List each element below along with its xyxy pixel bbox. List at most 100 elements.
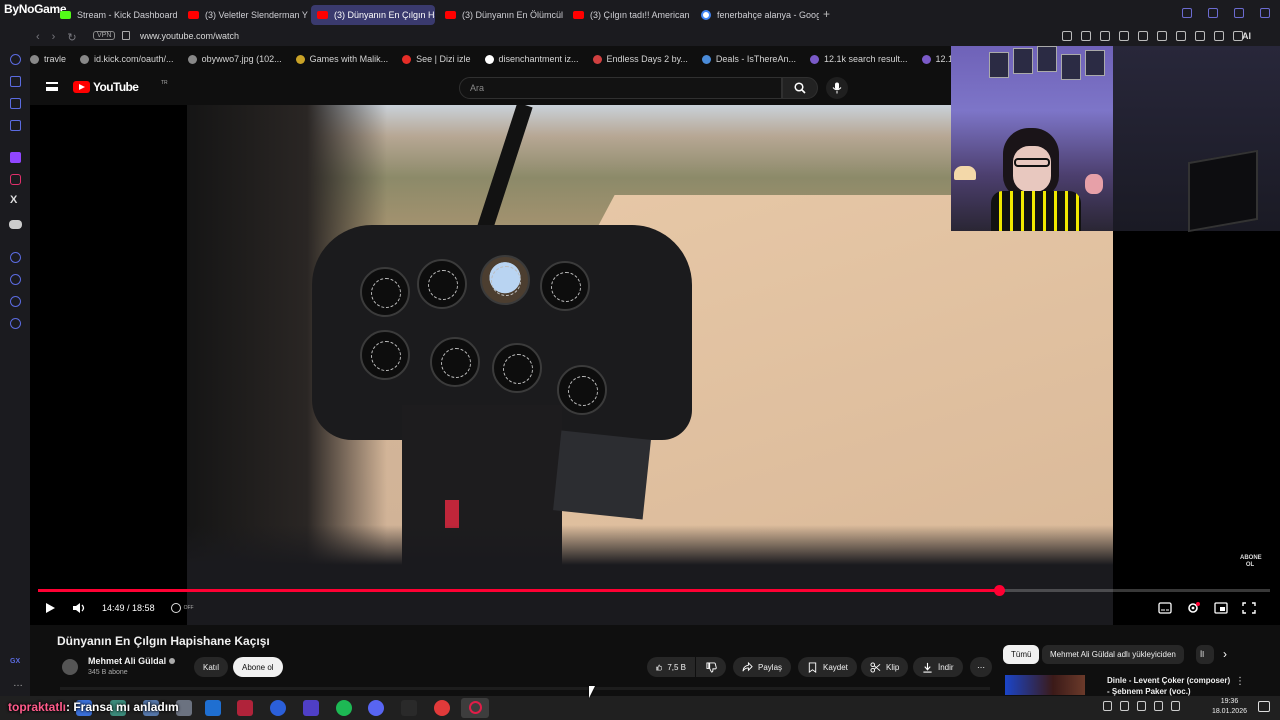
chip-all[interactable]: Tümü	[1003, 645, 1040, 664]
bookmark-item[interactable]: Deals - IsThereAn...	[701, 54, 796, 64]
microphone-icon[interactable]	[1137, 701, 1146, 711]
more-actions-button[interactable]: ⋯	[970, 657, 992, 677]
instagram-icon[interactable]	[10, 174, 21, 185]
join-button[interactable]: Katıl	[194, 657, 229, 677]
bookmark-item[interactable]: travle	[30, 54, 66, 64]
chips-next-chevron-icon[interactable]: ›	[1223, 647, 1227, 661]
subscribe-watermark[interactable]: ABONE OL	[1240, 555, 1262, 569]
progress-scrubber[interactable]	[993, 585, 1005, 596]
x-twitter-icon[interactable]: X	[10, 194, 17, 206]
valorant-icon[interactable]	[237, 700, 253, 716]
tab-slenderman[interactable]: (3) Veletler Slenderman Y	[182, 5, 308, 25]
extensions-icon[interactable]	[1195, 31, 1205, 41]
tab-american[interactable]: (3) Çılgın tadı!! American	[567, 5, 691, 25]
chat-icon[interactable]	[10, 296, 21, 307]
usb-icon[interactable]	[1120, 701, 1129, 711]
discord-icon[interactable]	[368, 700, 384, 716]
messenger-icon[interactable]	[10, 120, 21, 131]
download-button[interactable]: İndir	[913, 657, 963, 677]
more-icon[interactable]: …	[13, 678, 23, 689]
maximize-icon[interactable]	[1234, 8, 1244, 18]
shield-icon[interactable]	[1119, 31, 1129, 41]
volume-icon[interactable]	[72, 602, 86, 614]
opera-gx-active-icon[interactable]	[461, 698, 489, 718]
dislike-button[interactable]	[696, 657, 726, 677]
back-arrow-icon[interactable]: ‹	[36, 31, 40, 44]
settings-icon[interactable]	[10, 318, 21, 329]
reload-icon[interactable]: ↻	[67, 31, 76, 44]
minimize-icon[interactable]	[1208, 8, 1218, 18]
vpn-badge[interactable]: VPN	[93, 31, 116, 40]
epic-games-icon[interactable]	[401, 700, 417, 716]
recommendation-menu-icon[interactable]: ⋮	[1235, 676, 1245, 687]
chip-related[interactable]: İl	[1196, 645, 1214, 664]
verified-icon	[169, 658, 176, 664]
snapshot-icon[interactable]	[1176, 31, 1186, 41]
youtube-logo[interactable]: YouTube	[73, 80, 139, 94]
bookmark-item[interactable]: See | Dizi izle	[402, 54, 471, 64]
bookmark-item[interactable]: Endless Days 2 by...	[592, 54, 688, 64]
bookmark-item[interactable]: id.kick.com/oauth/...	[80, 54, 174, 64]
channel-avatar[interactable]	[62, 659, 78, 675]
display-icon[interactable]	[1103, 701, 1112, 711]
ai-button[interactable]: AI	[1242, 31, 1251, 41]
twitch-icon[interactable]	[10, 152, 21, 163]
network-icon[interactable]	[1154, 701, 1163, 711]
share-button[interactable]: Paylaş	[733, 657, 792, 677]
tab-kick-dashboard[interactable]: Stream - Kick Dashboard	[54, 5, 182, 25]
play-icon[interactable]	[1157, 31, 1167, 41]
fullscreen-icon[interactable]	[1242, 602, 1256, 614]
lock-icon[interactable]	[122, 31, 130, 40]
profile-icon[interactable]	[1214, 31, 1224, 41]
chevron-up-icon[interactable]	[1086, 701, 1095, 711]
notifications-icon[interactable]	[1258, 701, 1270, 712]
search-button[interactable]	[782, 77, 818, 99]
autoplay-toggle[interactable]: OFF	[170, 603, 194, 613]
pin-icon[interactable]	[1081, 31, 1091, 41]
tab-google-search[interactable]: fenerbahçe alanya - Goog	[695, 5, 819, 25]
chip-from-uploader[interactable]: Mehmet Ali Güldal adlı yükleyiciden	[1042, 645, 1184, 664]
like-button[interactable]: 7,5 B	[647, 657, 695, 677]
subscribe-button[interactable]: Abone ol	[233, 657, 283, 677]
app-icon[interactable]	[303, 700, 319, 716]
miniplayer-icon[interactable]	[1214, 602, 1228, 614]
heart-icon[interactable]	[1138, 31, 1148, 41]
bookmark-item[interactable]: disenchantment iz...	[484, 54, 579, 64]
play-icon[interactable]	[44, 602, 56, 614]
speed-dial-icon[interactable]	[10, 54, 21, 65]
voice-search-button[interactable]	[826, 77, 848, 99]
close-icon[interactable]	[1260, 8, 1270, 18]
zoom-icon[interactable]	[1062, 31, 1072, 41]
forward-arrow-icon[interactable]: ›	[52, 31, 56, 44]
recommendation-title[interactable]: Dinle - Levent Çoker (composer) - Şebnem…	[1107, 675, 1230, 697]
settings-gear-icon[interactable]	[1186, 602, 1200, 614]
bookmark-item[interactable]: obywwo7.jpg (102...	[187, 54, 282, 64]
url-field[interactable]: www.youtube.com/watch	[140, 31, 239, 41]
progress-bar[interactable]	[38, 585, 1270, 596]
subtitles-icon[interactable]	[1158, 602, 1172, 614]
spotify-icon[interactable]	[336, 700, 352, 716]
save-button[interactable]: Kaydet	[798, 657, 857, 677]
speaker-icon[interactable]	[1171, 701, 1180, 711]
player-icon[interactable]	[10, 252, 21, 263]
tab-active-video[interactable]: (3) Dünyanın En Çılgın Ha	[311, 5, 435, 25]
bookmark-item[interactable]: Games with Malik...	[295, 54, 388, 64]
new-tab-plus-icon[interactable]: +	[823, 7, 830, 21]
gamepad-icon[interactable]	[10, 98, 21, 109]
tab-olumcul[interactable]: (3) Dünyanın En Ölümcül	[439, 5, 563, 25]
channel-name[interactable]: Mehmet Ali Güldal	[88, 656, 176, 666]
menu-hamburger-icon[interactable]	[46, 82, 58, 91]
app-icon[interactable]	[434, 700, 450, 716]
history-icon[interactable]	[10, 274, 21, 285]
ea-icon[interactable]	[270, 700, 286, 716]
store-icon[interactable]	[205, 700, 221, 716]
discord-icon[interactable]	[9, 220, 22, 229]
screenshot-icon[interactable]	[1100, 31, 1110, 41]
search-tabs-icon[interactable]	[1182, 8, 1192, 18]
clip-button[interactable]: Klip	[861, 657, 909, 677]
recommendation-thumbnail[interactable]	[1005, 675, 1085, 695]
bookmark-item[interactable]: 12.1k search result...	[809, 54, 908, 64]
search-input[interactable]: Ara	[459, 77, 782, 99]
system-clock[interactable]: 19:36 18.01.2026	[1212, 697, 1247, 717]
bag-icon[interactable]	[10, 76, 21, 87]
